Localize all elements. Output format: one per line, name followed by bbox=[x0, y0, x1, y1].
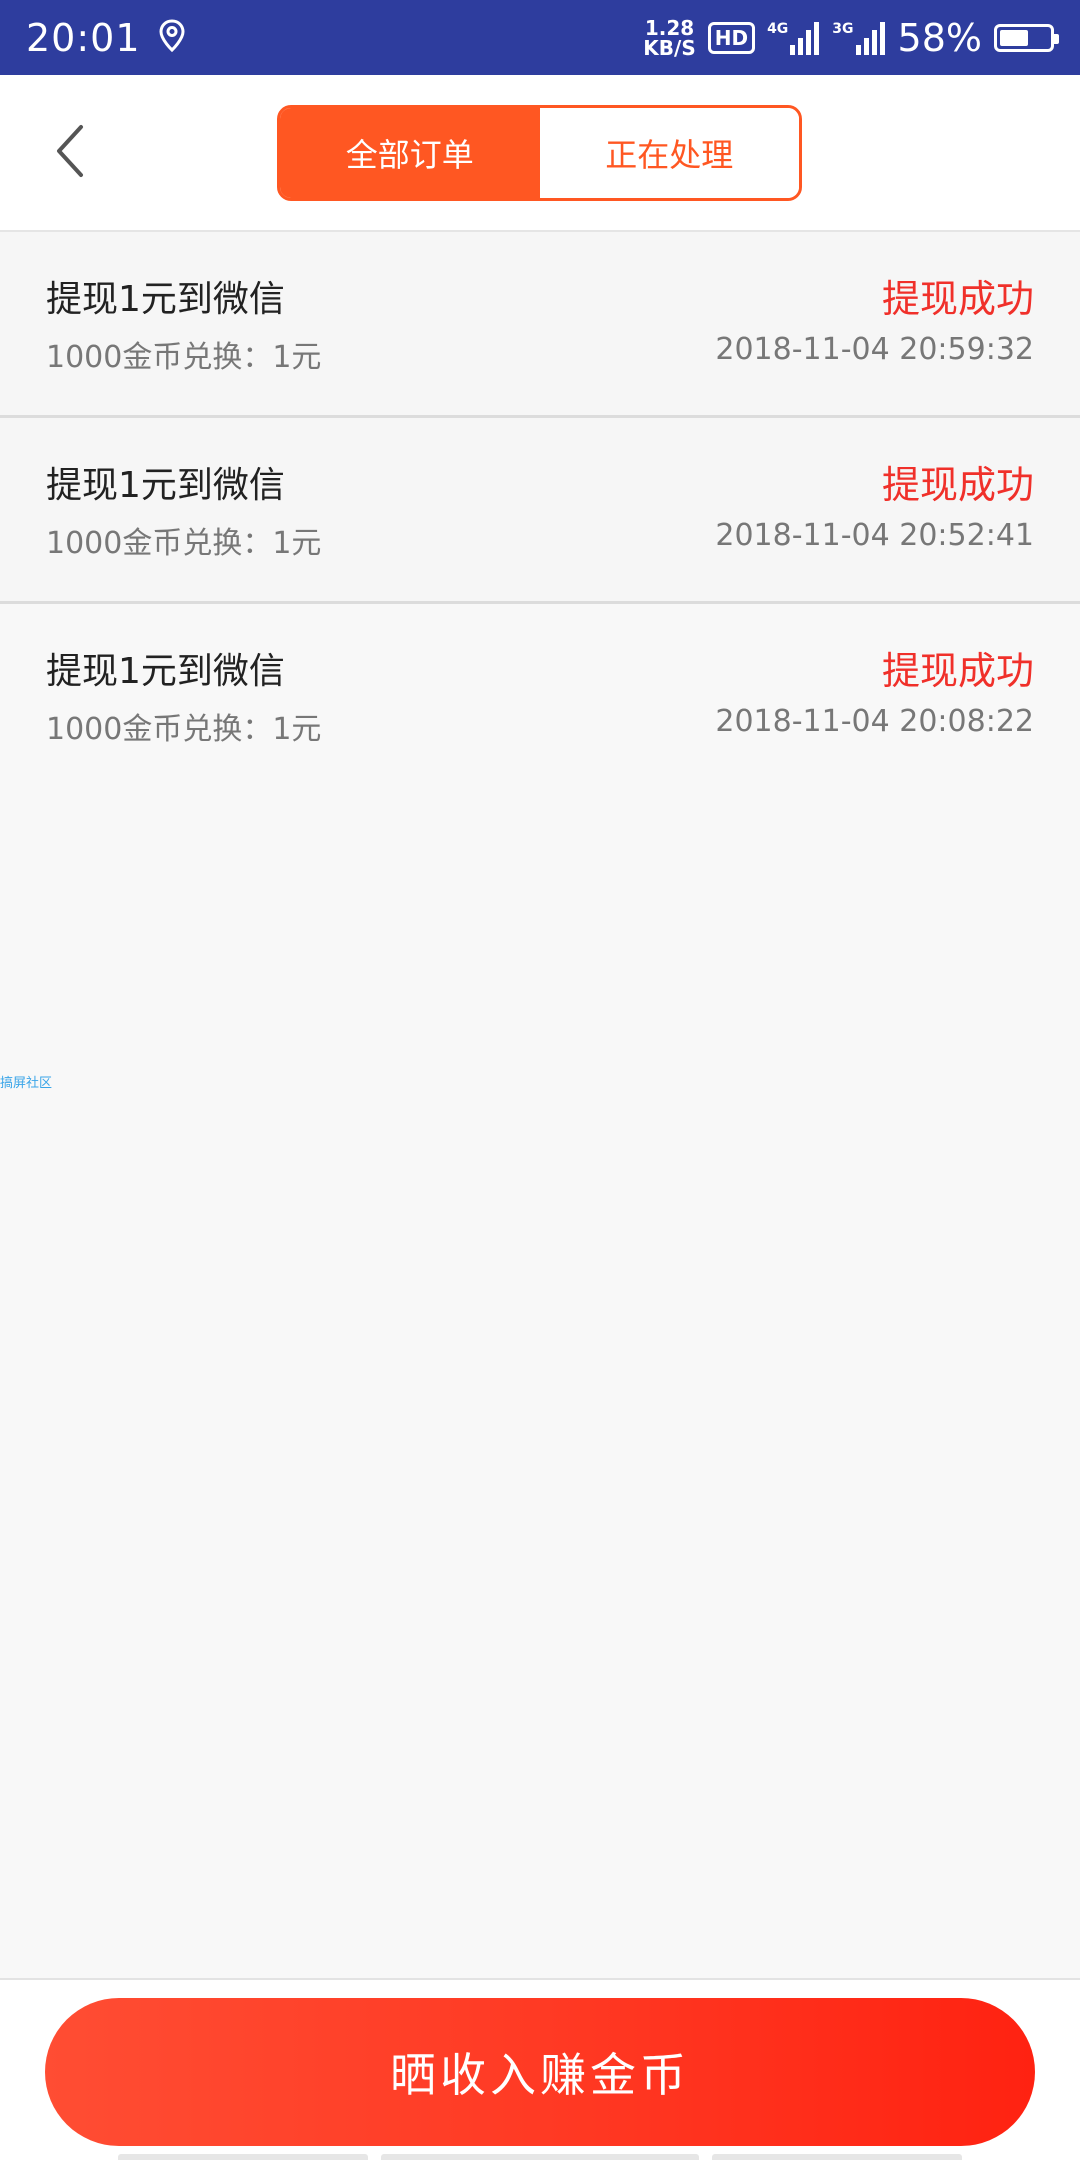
order-subtitle: 1000金币兑换：1元 bbox=[46, 526, 322, 561]
order-status: 提现成功 bbox=[881, 277, 1034, 321]
screen: 20:01 1.28 KB/S HD 4G 3G 58% 全部订单 正在处理 提… bbox=[0, 0, 1080, 2160]
order-time: 2018-11-04 20:08:22 bbox=[715, 704, 1034, 739]
bottom-stub bbox=[381, 2154, 699, 2160]
order-time: 2018-11-04 20:52:41 bbox=[715, 518, 1034, 553]
order-status: 提现成功 bbox=[881, 463, 1034, 507]
network-speed-unit: KB/S bbox=[643, 35, 696, 60]
status-bar: 20:01 1.28 KB/S HD 4G 3G 58% bbox=[0, 0, 1080, 75]
signal-3g-label: 3G bbox=[832, 20, 854, 37]
signal-4g-label: 4G bbox=[767, 20, 789, 37]
bottom-edge-decoration bbox=[0, 2152, 1080, 2160]
order-item[interactable]: 提现1元到微信 1000金币兑换：1元 提现成功 2018-11-04 20:0… bbox=[0, 604, 1080, 790]
share-income-button[interactable]: 晒收入赚金币 bbox=[45, 1998, 1035, 2146]
location-icon bbox=[159, 18, 185, 57]
hd-icon: HD bbox=[707, 21, 756, 54]
battery-icon bbox=[994, 23, 1059, 52]
order-title: 提现1元到微信 bbox=[46, 651, 285, 692]
order-subtitle: 1000金币兑换：1元 bbox=[46, 712, 322, 747]
signal-3g-icon: 3G bbox=[832, 21, 885, 55]
watermark: 搞屏社区 bbox=[0, 1076, 53, 1091]
order-status: 提现成功 bbox=[881, 649, 1034, 693]
chevron-left-icon bbox=[57, 125, 83, 177]
bottom-stub bbox=[712, 2154, 962, 2160]
order-title: 提现1元到微信 bbox=[46, 279, 285, 320]
network-speed: 1.28 KB/S bbox=[643, 18, 695, 58]
order-list: 提现1元到微信 1000金币兑换：1元 提现成功 2018-11-04 20:5… bbox=[0, 232, 1080, 790]
bottom-bar: 晒收入赚金币 bbox=[0, 1978, 1080, 2160]
signal-4g-icon: 4G bbox=[767, 21, 820, 55]
order-item[interactable]: 提现1元到微信 1000金币兑换：1元 提现成功 2018-11-04 20:5… bbox=[0, 232, 1080, 418]
tab-processing[interactable]: 正在处理 bbox=[539, 108, 799, 198]
status-time: 20:01 bbox=[26, 15, 141, 60]
network-speed-value: 1.28 bbox=[644, 15, 695, 40]
bottom-stub bbox=[118, 2154, 368, 2160]
battery-level bbox=[1000, 29, 1028, 46]
order-title: 提现1元到微信 bbox=[46, 465, 285, 506]
tab-all-orders[interactable]: 全部订单 bbox=[280, 108, 540, 198]
header: 全部订单 正在处理 bbox=[0, 75, 1080, 232]
back-button[interactable] bbox=[40, 111, 100, 191]
battery-percent: 58% bbox=[897, 15, 982, 60]
order-item[interactable]: 提现1元到微信 1000金币兑换：1元 提现成功 2018-11-04 20:5… bbox=[0, 418, 1080, 604]
order-time: 2018-11-04 20:59:32 bbox=[715, 332, 1034, 367]
order-tabs: 全部订单 正在处理 bbox=[277, 105, 802, 201]
order-subtitle: 1000金币兑换：1元 bbox=[46, 340, 322, 375]
